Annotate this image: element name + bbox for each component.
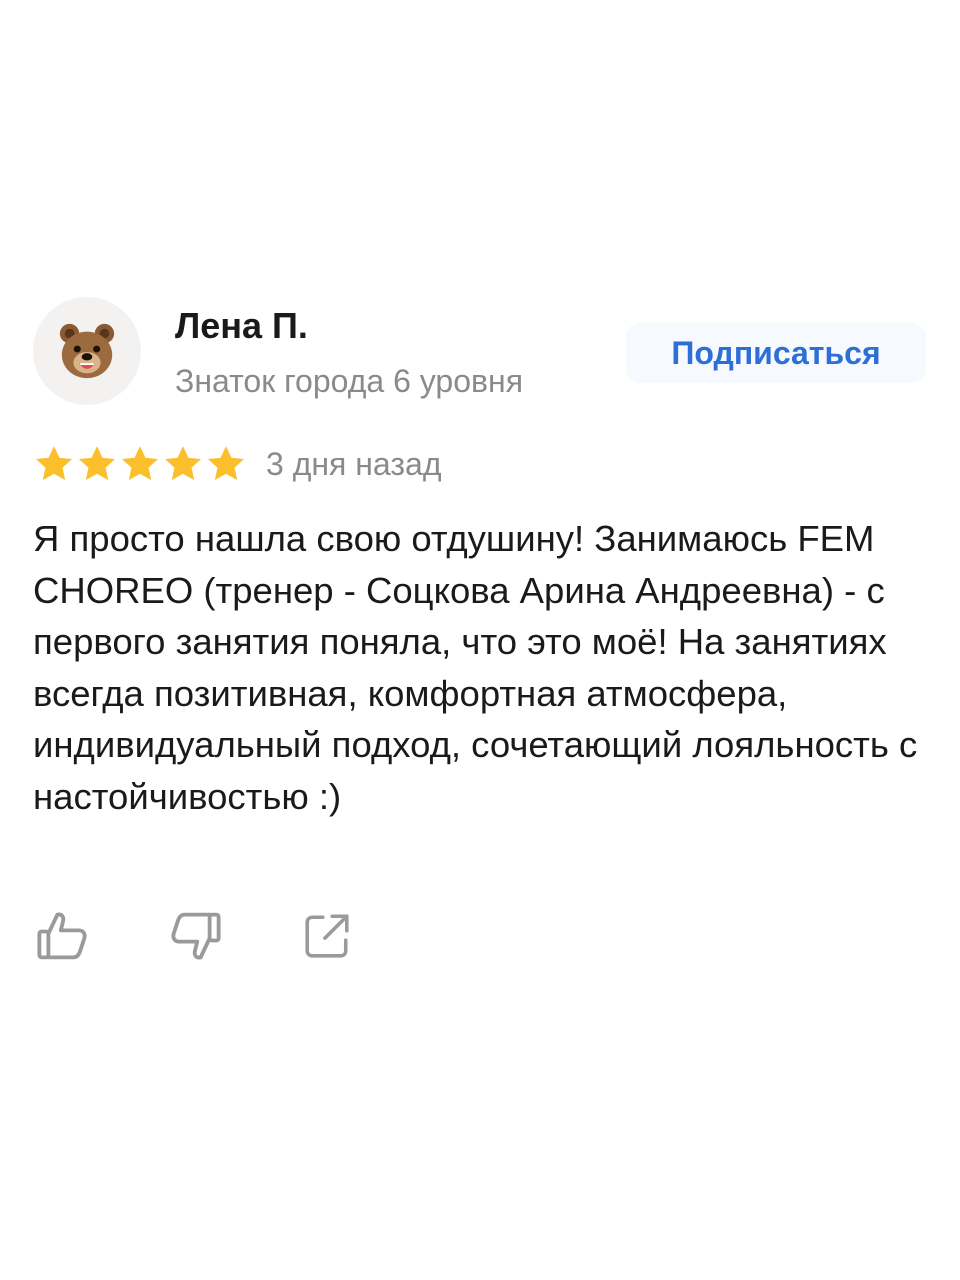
star-icon <box>35 446 73 481</box>
share-icon <box>305 914 349 958</box>
dislike-button[interactable] <box>165 906 225 966</box>
rating-row: 3 дня назад <box>33 441 442 487</box>
author-name[interactable]: Лена П. <box>175 304 308 348</box>
share-button[interactable] <box>297 906 357 966</box>
star-rating <box>33 443 247 485</box>
avatar[interactable] <box>33 297 141 405</box>
like-button[interactable] <box>33 906 93 966</box>
review-date: 3 дня назад <box>266 446 442 482</box>
author-level: Знаток города 6 уровня <box>175 363 524 399</box>
review-text: Я просто нашла свою отдушину! Занимаюсь … <box>33 518 918 817</box>
star-icon <box>164 446 202 481</box>
thumbs-up-icon <box>37 912 87 960</box>
star-icon <box>207 446 245 481</box>
review-actions <box>33 906 357 966</box>
star-icon <box>78 446 116 481</box>
star-icon <box>121 446 159 481</box>
subscribe-button[interactable]: Подписаться <box>626 323 926 383</box>
review-card: Лена П. Знаток города 6 уровня Подписать… <box>0 0 960 1280</box>
bear-face-icon <box>59 323 115 379</box>
thumbs-down-icon <box>171 912 221 960</box>
